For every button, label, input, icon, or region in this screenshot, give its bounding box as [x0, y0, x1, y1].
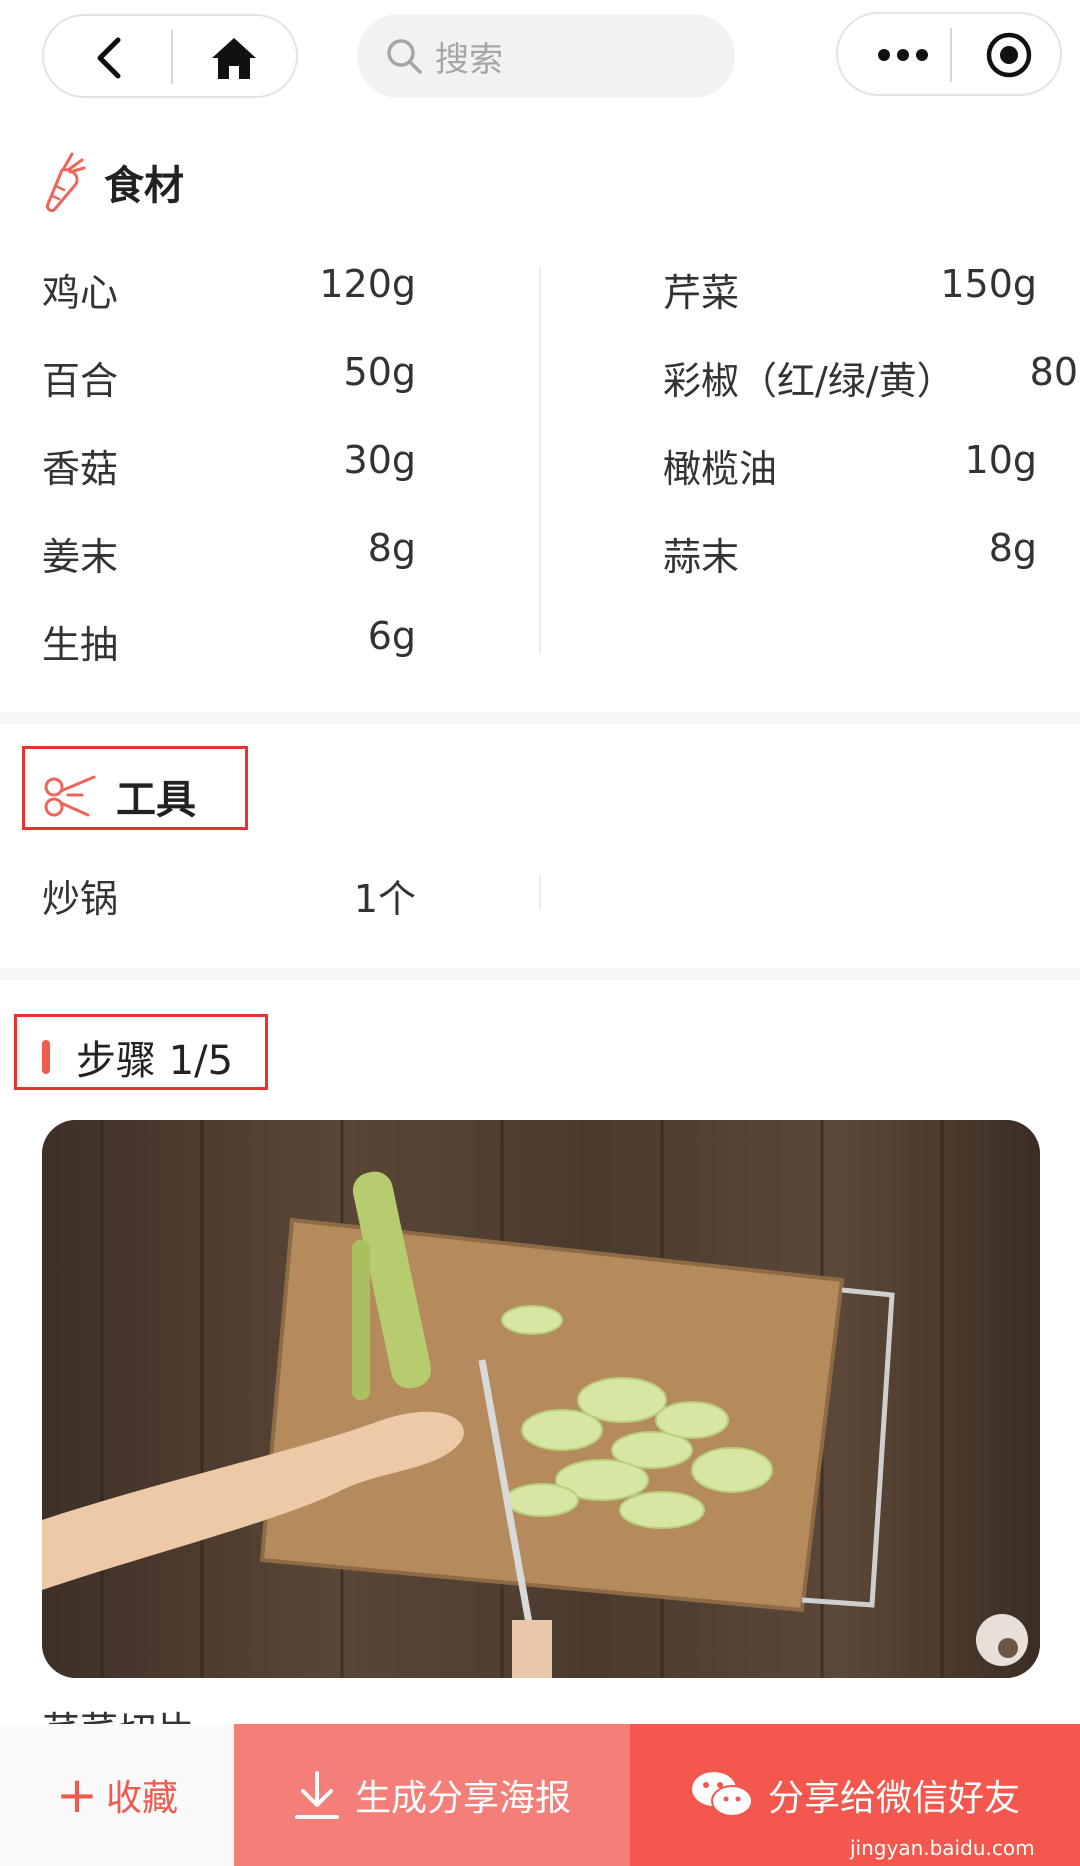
ingredient-row: 蒜末 8g: [663, 526, 1037, 586]
close-button[interactable]: [974, 28, 1044, 82]
download-icon: [294, 1771, 339, 1819]
back-button[interactable]: [74, 32, 144, 84]
ingredient-qty: 80: [1029, 350, 1078, 394]
more-button[interactable]: [868, 28, 938, 82]
search-icon: [387, 39, 422, 74]
ingredient-qty: 30g: [343, 438, 416, 482]
ingredient-name: 彩椒（红/绿/黄）: [663, 359, 955, 403]
tool-row: 炒锅 1个: [42, 868, 416, 928]
ingredient-row: 芹菜 150g: [663, 262, 1037, 322]
menu-capsule: [836, 12, 1062, 96]
ingredient-qty: 120g: [319, 262, 416, 306]
scissors-icon: [42, 766, 98, 826]
tool-qty: 1个: [353, 877, 416, 921]
plus-icon: +: [56, 1766, 98, 1824]
ingredient-qty: 6g: [367, 614, 416, 658]
nav-capsule: [42, 14, 298, 98]
target-close-icon: [986, 32, 1032, 78]
ingredient-row: 彩椒（红/绿/黄） 80: [663, 350, 1080, 410]
ingredient-row: 鸡心 120g: [42, 262, 416, 322]
chevron-left-icon: [97, 37, 121, 79]
tools-header: 工具: [42, 766, 196, 826]
ingredient-name: 香菇: [42, 447, 119, 491]
home-icon: [212, 38, 256, 79]
favorite-label: 收藏: [105, 1778, 178, 1819]
nav-divider: [171, 30, 173, 84]
ingredient-qty: 10g: [964, 438, 1037, 482]
steps-header: 步骤 1/5: [42, 1028, 233, 1086]
ingredient-qty: 8g: [367, 526, 416, 570]
section-separator: [0, 968, 1080, 980]
ingredient-row: 百合 50g: [42, 350, 416, 410]
share-label: 分享给微信好友: [767, 1778, 1020, 1819]
steps-title: 步骤 1/5: [76, 1038, 234, 1084]
step-photo: [42, 1120, 1040, 1678]
menu-divider: [950, 28, 952, 82]
ingredient-qty: 150g: [940, 262, 1037, 306]
ingredient-row: 姜末 8g: [42, 526, 416, 586]
tools-title: 工具: [116, 777, 196, 823]
ingredient-row: 橄榄油 10g: [663, 438, 1037, 498]
home-button[interactable]: [199, 32, 269, 84]
ingredient-name: 橄榄油: [663, 447, 778, 491]
search-placeholder: 搜索: [435, 39, 503, 80]
carrot-icon: [42, 152, 86, 212]
ingredient-name: 芹菜: [663, 271, 740, 315]
ingredient-name: 生抽: [42, 623, 119, 667]
ingredient-row: 香菇 30g: [42, 438, 416, 498]
search-input[interactable]: 搜索: [357, 14, 735, 98]
generate-poster-button[interactable]: 生成分享海报: [234, 1724, 630, 1866]
column-divider: [539, 268, 541, 654]
ingredients-header: 食材: [42, 152, 184, 212]
ingredient-name: 百合: [42, 359, 119, 403]
section-separator: [0, 712, 1080, 724]
ingredients-title: 食材: [104, 163, 184, 209]
ingredient-name: 蒜末: [663, 535, 740, 579]
column-divider: [539, 876, 541, 910]
watermark-url: jingyan.baidu.com: [850, 1836, 1035, 1860]
step-indicator-bar: [42, 1040, 50, 1074]
tool-name: 炒锅: [42, 877, 119, 921]
more-dots-icon: [878, 49, 928, 61]
favorite-button[interactable]: + 收藏: [0, 1724, 234, 1866]
wechat-icon: [691, 1772, 753, 1817]
ingredient-qty: 50g: [343, 350, 416, 394]
ingredient-name: 鸡心: [42, 271, 119, 315]
ingredient-row: 生抽 6g: [42, 614, 416, 674]
poster-label: 生成分享海报: [354, 1778, 571, 1819]
ingredient-qty: 8g: [988, 526, 1037, 570]
ingredient-name: 姜末: [42, 535, 119, 579]
